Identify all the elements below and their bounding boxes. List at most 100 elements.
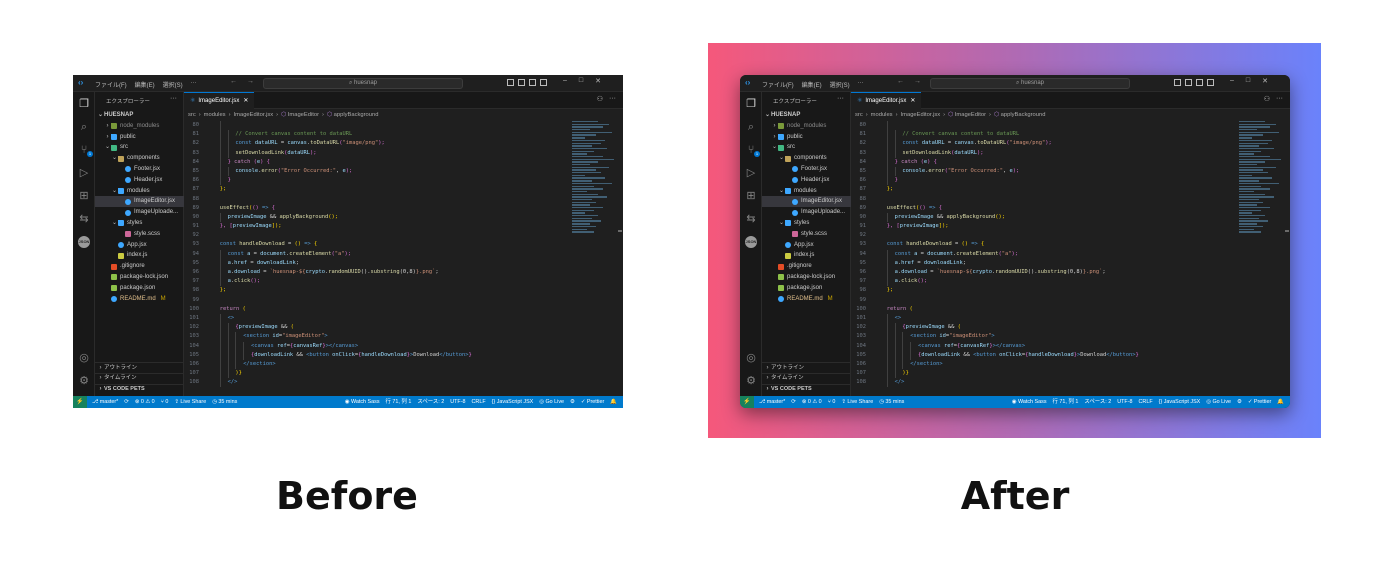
code-line[interactable]: 90 previewImage && applyBackground (); (851, 212, 1231, 223)
maximize-icon[interactable]: □ (1246, 77, 1250, 85)
tree-item[interactable]: App.jsx (762, 240, 851, 251)
code-line[interactable]: 88 (184, 195, 564, 204)
tree-item[interactable]: ⌄ styles (762, 218, 851, 229)
tree-item[interactable]: Footer.jsx (95, 164, 184, 175)
breadcrumb-item[interactable]: ImageEditor.jsx (901, 112, 941, 118)
status-item[interactable]: ⚙ (570, 396, 575, 408)
code-line[interactable]: 89 useEffect(() => { (184, 204, 564, 213)
code-line[interactable]: 93 const handleDownload = () => { (184, 240, 564, 249)
remote-explorer-icon[interactable]: ⇆ (78, 213, 90, 225)
toggle-secondary-sidebar-icon[interactable] (529, 79, 536, 86)
code-line[interactable]: 99 (184, 296, 564, 305)
status-item[interactable]: CRLF (1139, 396, 1153, 408)
code-editor[interactable]: 80 81 // Convert canvas content to dataURL… (184, 121, 564, 396)
minimize-icon[interactable]: – (563, 77, 567, 85)
more-actions-icon[interactable]: ··· (609, 95, 616, 103)
explorer-icon[interactable]: ❐ (745, 98, 757, 110)
code-line[interactable]: 104 <canvas ref ={canvasRef} ></canvas> (184, 341, 564, 351)
code-line[interactable]: 105{downloadLink && <button onClick ={han… (851, 350, 1231, 360)
close-icon[interactable]: ✕ (1262, 77, 1268, 85)
status-item[interactable]: ⟳ (124, 396, 129, 408)
status-item[interactable]: ◎ Go Live (539, 396, 564, 408)
status-item[interactable]: {} JavaScript JSX (492, 396, 534, 408)
source-control-icon[interactable]: ⑂ 1 (78, 144, 93, 157)
status-item[interactable]: ✓ Prettier (1248, 396, 1271, 408)
tree-item[interactable]: .gitignore (762, 261, 851, 272)
code-line[interactable]: 91}, [previewImage]); (184, 222, 564, 231)
extensions-icon[interactable]: ⊞ (745, 190, 757, 202)
tree-item[interactable]: ImageEditor.jsx (762, 196, 851, 208)
status-item[interactable]: ⚙ (1237, 396, 1242, 408)
menu-file[interactable]: ファイル(F) (762, 80, 794, 89)
explorer-more-button[interactable]: ··· (837, 95, 844, 102)
status-item[interactable]: 🔔 (610, 396, 617, 408)
tree-item[interactable]: ⌄ modules (95, 186, 184, 197)
sidebar-panel-header[interactable]: › タイムライン (95, 372, 184, 384)
code-line[interactable]: 80 (851, 121, 1231, 131)
scrollbar-marker[interactable] (618, 230, 622, 232)
copilot-icon[interactable]: ⚇ (597, 95, 603, 103)
code-line[interactable]: 86} (184, 176, 564, 186)
json-icon[interactable]: JSON (745, 236, 757, 248)
menu-edit[interactable]: 編集(E) (802, 80, 822, 89)
status-item[interactable]: 行 71, 列 1 (386, 396, 412, 408)
code-line[interactable]: 86} (851, 176, 1231, 186)
code-line[interactable]: 92 (184, 231, 564, 240)
code-line[interactable]: 92 (851, 231, 1231, 240)
code-line[interactable]: 89 useEffect(() => { (851, 204, 1231, 213)
status-item[interactable]: ⊗ 0 ⚠ 0 (135, 396, 155, 408)
sidebar-panel-header[interactable]: › タイムライン (762, 372, 851, 384)
breadcrumb-item[interactable]: ImageEditor (288, 112, 319, 118)
status-item[interactable]: ⊗ 0 ⚠ 0 (802, 396, 822, 408)
code-line[interactable]: 103 <section id = "imageEditor" > (851, 332, 1231, 342)
status-item[interactable]: 行 71, 列 1 (1053, 396, 1079, 408)
arrow-left-icon[interactable]: ← (897, 78, 904, 85)
code-line[interactable]: 87}; (184, 185, 564, 194)
arrow-right-icon[interactable]: → (914, 78, 921, 85)
status-item[interactable]: ⑂ 0 (828, 396, 836, 408)
code-line[interactable]: 94 const a = document. createElement("a"); (851, 249, 1231, 259)
code-line[interactable]: 84} catch (e) { (851, 157, 1231, 167)
remote-indicator[interactable]: ⚡ (73, 396, 87, 408)
status-item[interactable]: {} JavaScript JSX (1159, 396, 1201, 408)
search-icon[interactable]: ⌕ (78, 121, 90, 133)
tree-item[interactable]: ⌄ components (762, 153, 851, 164)
status-item[interactable]: スペース: 2 (1084, 396, 1111, 408)
tree-item[interactable]: ImageUploade... (762, 207, 851, 218)
run-debug-icon[interactable]: ▷ (78, 167, 90, 179)
tree-item[interactable]: Footer.jsx (762, 164, 851, 175)
tree-item[interactable]: index.js (762, 250, 851, 261)
run-debug-icon[interactable]: ▷ (745, 167, 757, 179)
maximize-icon[interactable]: □ (579, 77, 583, 85)
tree-item[interactable]: › public (762, 132, 851, 143)
status-item[interactable]: ⟳ (791, 396, 796, 408)
menu-selection[interactable]: 選択(S) (830, 80, 850, 89)
tree-item[interactable]: › public (95, 132, 184, 143)
command-center-search[interactable]: ⌕ huesnap (930, 78, 1130, 89)
code-line[interactable]: 107)} (184, 369, 564, 379)
status-item[interactable]: ◷ 35 mins (879, 396, 904, 408)
sidebar-panel-header[interactable]: › アウトライン (95, 362, 184, 373)
code-editor[interactable]: 80 81 // Convert canvas content to dataURL… (851, 121, 1231, 396)
close-icon[interactable]: ✕ (595, 77, 601, 85)
toggle-panel-icon[interactable] (1185, 79, 1192, 86)
code-line[interactable]: 95 a. href = downloadLink; (184, 258, 564, 268)
code-line[interactable]: 85 console. error("Error Occurred:", e); (184, 166, 564, 177)
tree-item[interactable]: style.scss (95, 229, 184, 240)
code-line[interactable]: 83 setDownloadLink(dataURL); (184, 148, 564, 158)
code-line[interactable]: 82 const dataURL = canvas. toDataURL("imag… (184, 139, 564, 149)
status-item[interactable]: ⎇ master* (759, 396, 785, 408)
code-line[interactable]: 80 (184, 121, 564, 131)
toggle-sidebar-icon[interactable] (507, 79, 514, 86)
minimap[interactable] (1239, 121, 1283, 241)
status-item[interactable]: UTF-8 (450, 396, 465, 408)
breadcrumb-item[interactable]: applyBackground (334, 112, 379, 118)
code-line[interactable]: 90 previewImage && applyBackground (); (184, 212, 564, 223)
tree-item[interactable]: index.js (95, 250, 184, 261)
scrollbar-marker[interactable] (1285, 230, 1289, 232)
code-line[interactable]: 85 console. error("Error Occurred:", e); (851, 166, 1231, 177)
menu-edit[interactable]: 編集(E) (135, 80, 155, 89)
account-icon[interactable]: ◎ (78, 352, 90, 364)
tree-item[interactable]: ⌄ HUESNAP (762, 110, 851, 121)
toggle-panel-icon[interactable] (518, 79, 525, 86)
